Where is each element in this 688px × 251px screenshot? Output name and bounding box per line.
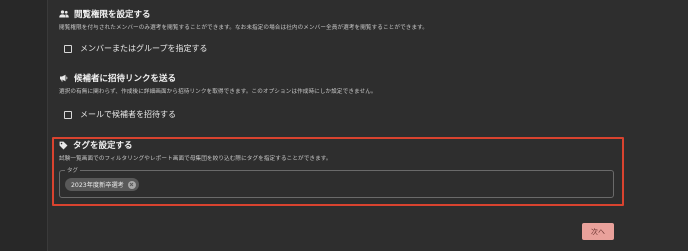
invite-title-row: 候補者に招待リンクを送る (59, 72, 618, 84)
tag-input-field[interactable] (59, 170, 614, 198)
access-title: 閲覧権限を設定する (74, 10, 151, 20)
access-title-row: 閲覧権限を設定する (59, 8, 618, 20)
tag-chip[interactable]: 2023年度新卒選考 (65, 178, 139, 191)
invite-section: 候補者に招待リンクを送る 選択の有無に関わらず、作成後に詳細画面から招待リンクを… (59, 72, 618, 95)
tag-icon (59, 141, 68, 150)
tags-description: 試験一覧画面でのフィルタリングやレポート画面で母集団を絞り込む際にタグを指定する… (59, 156, 332, 162)
invite-title: 候補者に招待リンクを送る (74, 74, 177, 84)
tag-field-label: タグ (65, 166, 81, 174)
access-section: 閲覧権限を設定する 閲覧権限を付与されたメンバーのみ選考を閲覧することができます… (59, 8, 618, 31)
access-description: 閲覧権限を付与されたメンバーのみ選考を閲覧することができます。なお未指定の場合は… (59, 25, 428, 31)
people-icon (59, 10, 69, 18)
tags-title: タグを設定する (73, 141, 133, 151)
next-button[interactable]: 次へ (582, 223, 614, 240)
tags-title-row: タグを設定する (59, 139, 618, 151)
invite-checkbox-label: メールで候補者を招待する (80, 110, 176, 119)
invite-description: 選択の有無に関わらず、作成後に詳細画面から招待リンクを取得できます。このオプショ… (59, 89, 377, 95)
close-circle-icon[interactable] (127, 180, 136, 189)
left-rail (0, 0, 48, 251)
tag-chip-label: 2023年度新卒選考 (71, 182, 124, 189)
megaphone-icon (59, 74, 69, 82)
invite-checkbox[interactable] (64, 110, 72, 119)
access-checkbox-label: メンバーまたはグループを指定する (80, 44, 208, 53)
access-checkbox-row[interactable]: メンバーまたはグループを指定する (64, 43, 208, 54)
invite-checkbox-row[interactable]: メールで候補者を招待する (64, 109, 176, 120)
access-checkbox[interactable] (64, 44, 72, 53)
tags-section: タグを設定する 試験一覧画面でのフィルタリングやレポート画面で母集団を絞り込む際… (59, 139, 618, 162)
